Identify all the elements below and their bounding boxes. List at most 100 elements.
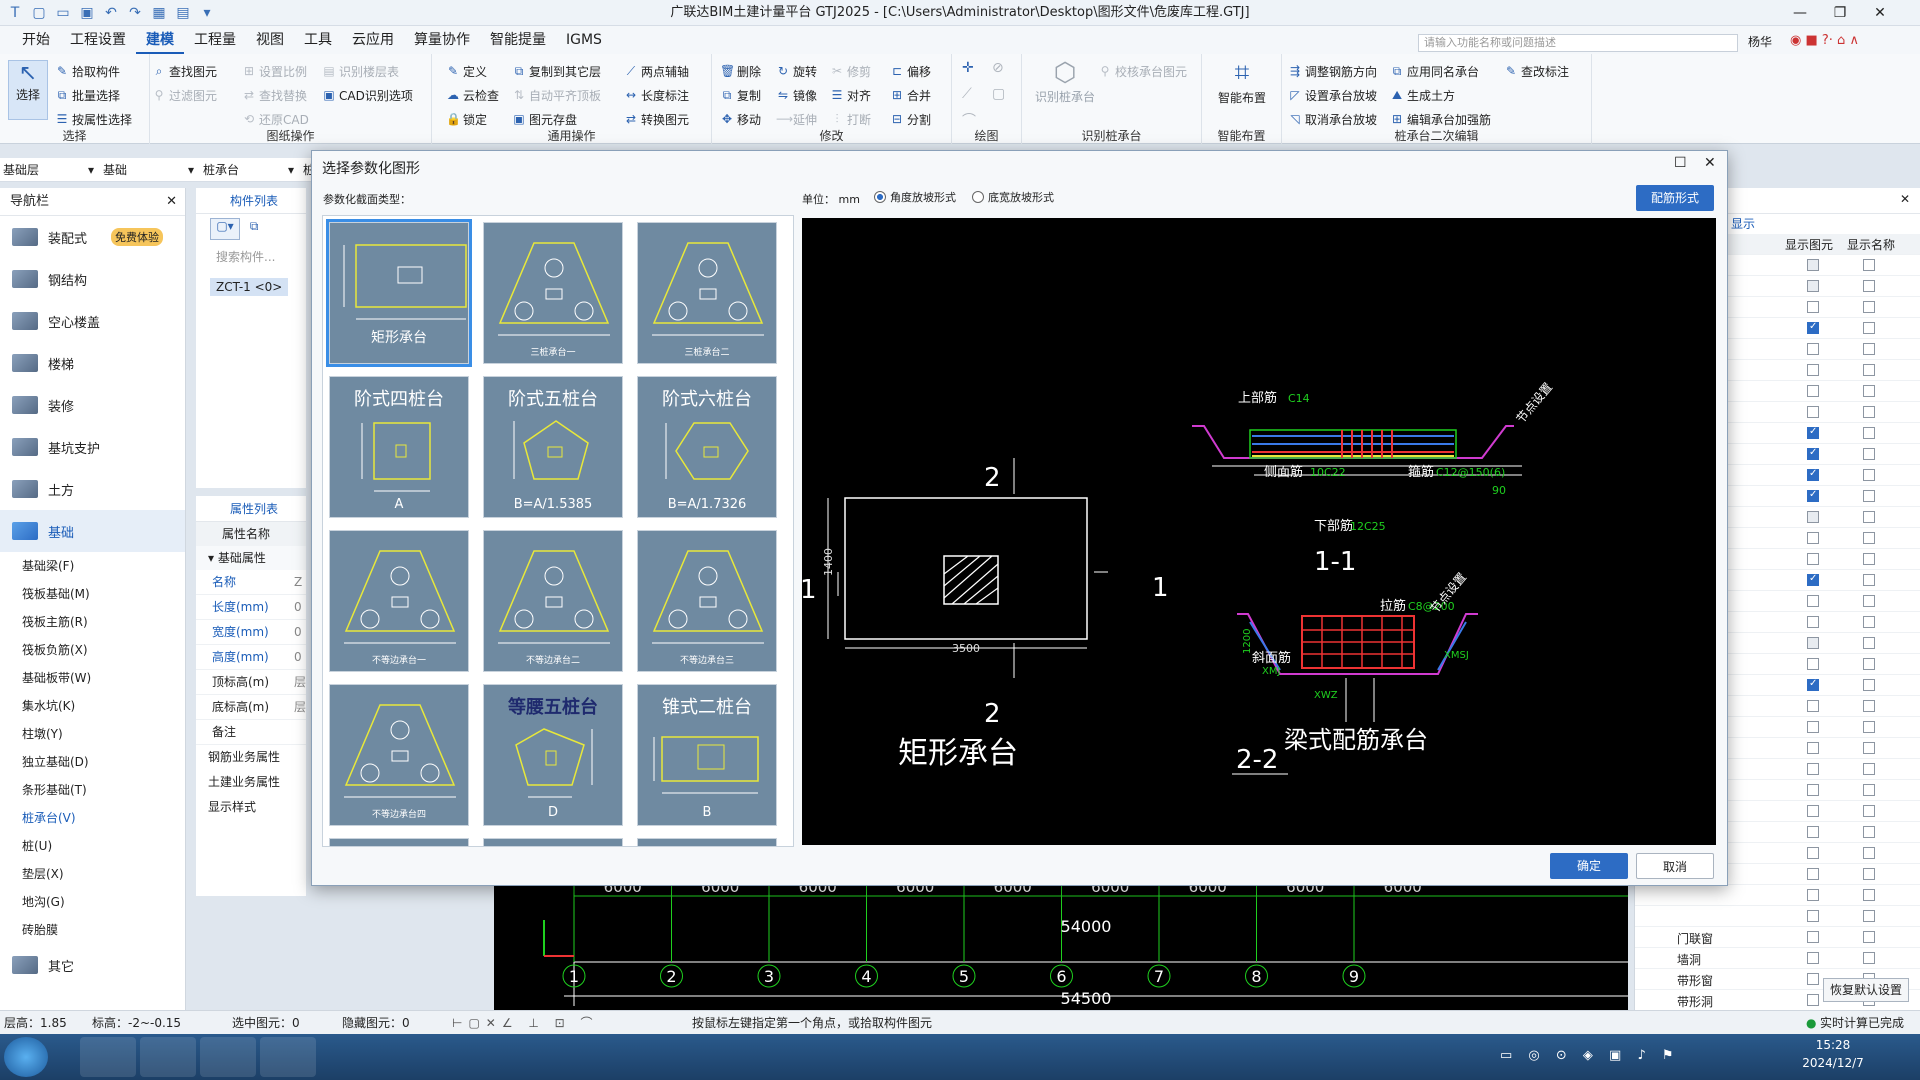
two-point-axis-button[interactable]: ⟋ 两点辅轴 [624,60,689,82]
type-select[interactable]: 基础 ▾ [100,160,196,180]
header-icons[interactable]: ◉ ■ ?· ⌂ ∧ [1790,33,1910,48]
show-element-checkbox[interactable] [1807,678,1819,691]
nav-sub-item[interactable]: 地沟(G) [0,888,185,916]
nav-category-foundation[interactable]: 基础 [0,510,185,552]
nav-sub-item[interactable]: 筏板负筋(X) [0,636,185,664]
shape-tile[interactable]: 不等边承台二 [483,530,623,672]
show-element-checkbox[interactable] [1807,847,1819,859]
property-value[interactable]: 层 [294,670,306,695]
show-element-checkbox[interactable] [1807,489,1819,502]
show-element-checkbox[interactable] [1807,280,1819,292]
show-name-checkbox[interactable] [1863,301,1875,313]
property-row[interactable]: 长度(mm) 0 [196,595,306,620]
nav-category-pit-support[interactable]: 基坑支护 [0,426,185,468]
show-element-checkbox[interactable] [1807,910,1819,922]
show-name-checkbox[interactable] [1863,658,1875,670]
identify-cap-button[interactable]: ⬡ 识别桩承台 [1030,58,1100,105]
show-element-checkbox[interactable] [1807,259,1819,271]
show-element-checkbox[interactable] [1807,721,1819,733]
show-name-checkbox[interactable] [1863,616,1875,628]
show-name-checkbox[interactable] [1863,595,1875,607]
new-component-icon[interactable]: ▢▾ [210,218,240,240]
circle-draw-icon[interactable]: ⊘ [992,60,1004,76]
offset-button[interactable]: ⊏ 偏移 [890,60,931,82]
shape-tile-partial[interactable] [483,838,623,846]
show-element-checkbox[interactable] [1807,553,1819,565]
menu-igms[interactable]: IGMS [556,26,612,54]
menu-tools[interactable]: 工具 [294,26,342,54]
close-icon[interactable]: ✕ [1704,155,1716,171]
show-element-checkbox[interactable] [1807,826,1819,838]
shape-tile[interactable]: 矩形承台 [326,219,472,367]
length-dimension-button[interactable]: ↔ 长度标注 [624,84,689,106]
new-file-icon[interactable]: ▢ [30,4,48,22]
show-name-checkbox[interactable] [1863,826,1875,838]
find-element-button[interactable]: ⌕ 查找图元 [152,60,217,82]
menu-smart[interactable]: 智能提量 [480,26,556,54]
copy-component-icon[interactable]: ⧉ [250,219,272,241]
show-name-checkbox[interactable] [1863,322,1875,334]
nav-sub-item[interactable]: 独立基础(D) [0,748,185,776]
restore-default-button[interactable]: 恢复默认设置 [1823,978,1909,1002]
pick-component-button[interactable]: ✎ 拾取构件 [55,60,120,82]
show-element-checkbox[interactable] [1807,321,1819,334]
shape-tile[interactable]: 阶式四桩台 A [329,376,469,518]
property-value[interactable]: 0 [294,595,302,620]
show-element-checkbox[interactable] [1807,868,1819,880]
apply-same-cap-button[interactable]: ⧉ 应用同名承台 [1390,60,1479,82]
show-name-checkbox[interactable] [1863,511,1875,523]
property-row[interactable]: 底标高(m) 层 [196,695,306,720]
show-element-checkbox[interactable] [1807,616,1819,628]
line-draw-icon[interactable]: ⟋ [962,86,972,102]
nav-sub-item[interactable]: 条形基础(T) [0,776,185,804]
property-row[interactable]: 备注 [196,720,306,745]
menu-cloud[interactable]: 云应用 [342,26,404,54]
nav-category-earthwork[interactable]: 土方 [0,468,185,510]
nav-sub-item[interactable]: 砖胎膜 [0,916,185,944]
menu-collab[interactable]: 算量协作 [404,26,480,54]
shape-tile[interactable]: 不等边承台一 [329,530,469,672]
identify-floor-table-button[interactable]: ▤ 识别楼层表 [322,60,399,82]
align-button[interactable]: ☰ 对齐 [830,84,871,106]
show-element-checkbox[interactable] [1807,364,1819,376]
nav-sub-item[interactable]: 桩(U) [0,832,185,860]
cloud-check-button[interactable]: ☁ 云检查 [446,84,499,106]
show-name-checkbox[interactable] [1863,532,1875,544]
table-icon[interactable]: ▤ [174,4,192,22]
show-name-checkbox[interactable] [1863,805,1875,817]
taskbar-app-4[interactable] [260,1037,316,1077]
rotate-button[interactable]: ↻ 旋转 [776,60,817,82]
nav-category-decoration[interactable]: 装修 [0,384,185,426]
shape-tile[interactable]: 等腰五桩台 D [483,684,623,826]
generate-earthwork-button[interactable]: ⛰ 生成土方 [1390,84,1455,106]
show-element-checkbox[interactable] [1807,658,1819,670]
close-icon[interactable]: ✕ [1900,192,1910,206]
user-name[interactable]: 杨华 [1748,33,1772,50]
start-button[interactable] [4,1037,48,1077]
show-name-checkbox[interactable] [1863,637,1875,649]
property-value[interactable]: 0 [294,645,302,670]
taskbar-app-1[interactable] [80,1037,136,1077]
find-replace-button[interactable]: ⇄ 查找替换 [242,84,307,106]
nav-sub-item[interactable]: 集水坑(K) [0,692,185,720]
tray-icons[interactable]: ▭ ◎ ⊙ ◈ ▣ ♪ ⚑ [1500,1048,1680,1063]
show-element-checkbox[interactable] [1807,573,1819,586]
show-element-checkbox[interactable] [1807,511,1819,523]
menu-quantity[interactable]: 工程量 [184,26,246,54]
function-search-input[interactable]: 请输入功能名称或问题描述 [1418,34,1738,52]
show-element-checkbox[interactable] [1807,301,1819,313]
show-element-checkbox[interactable] [1807,468,1819,481]
property-row[interactable]: 宽度(mm) 0 [196,620,306,645]
taskbar-app-ie[interactable] [140,1037,196,1077]
set-scale-button[interactable]: ⊞ 设置比例 [242,60,307,82]
batch-select-button[interactable]: ⧉ 批量选择 [55,84,120,106]
property-group[interactable]: ▾ 基础属性 [196,546,306,570]
show-element-checkbox[interactable] [1807,784,1819,796]
check-annotation-button[interactable]: ✎ 查改标注 [1504,60,1569,82]
show-name-checkbox[interactable] [1863,490,1875,502]
property-value[interactable]: 0 [294,620,302,645]
close-window-button[interactable]: ✕ [1860,0,1900,26]
component-item[interactable]: ZCT-1 <0> [210,278,289,296]
ok-button[interactable]: 确定 [1550,853,1628,879]
filter-element-button[interactable]: ⚲ 过滤图元 [152,84,217,106]
